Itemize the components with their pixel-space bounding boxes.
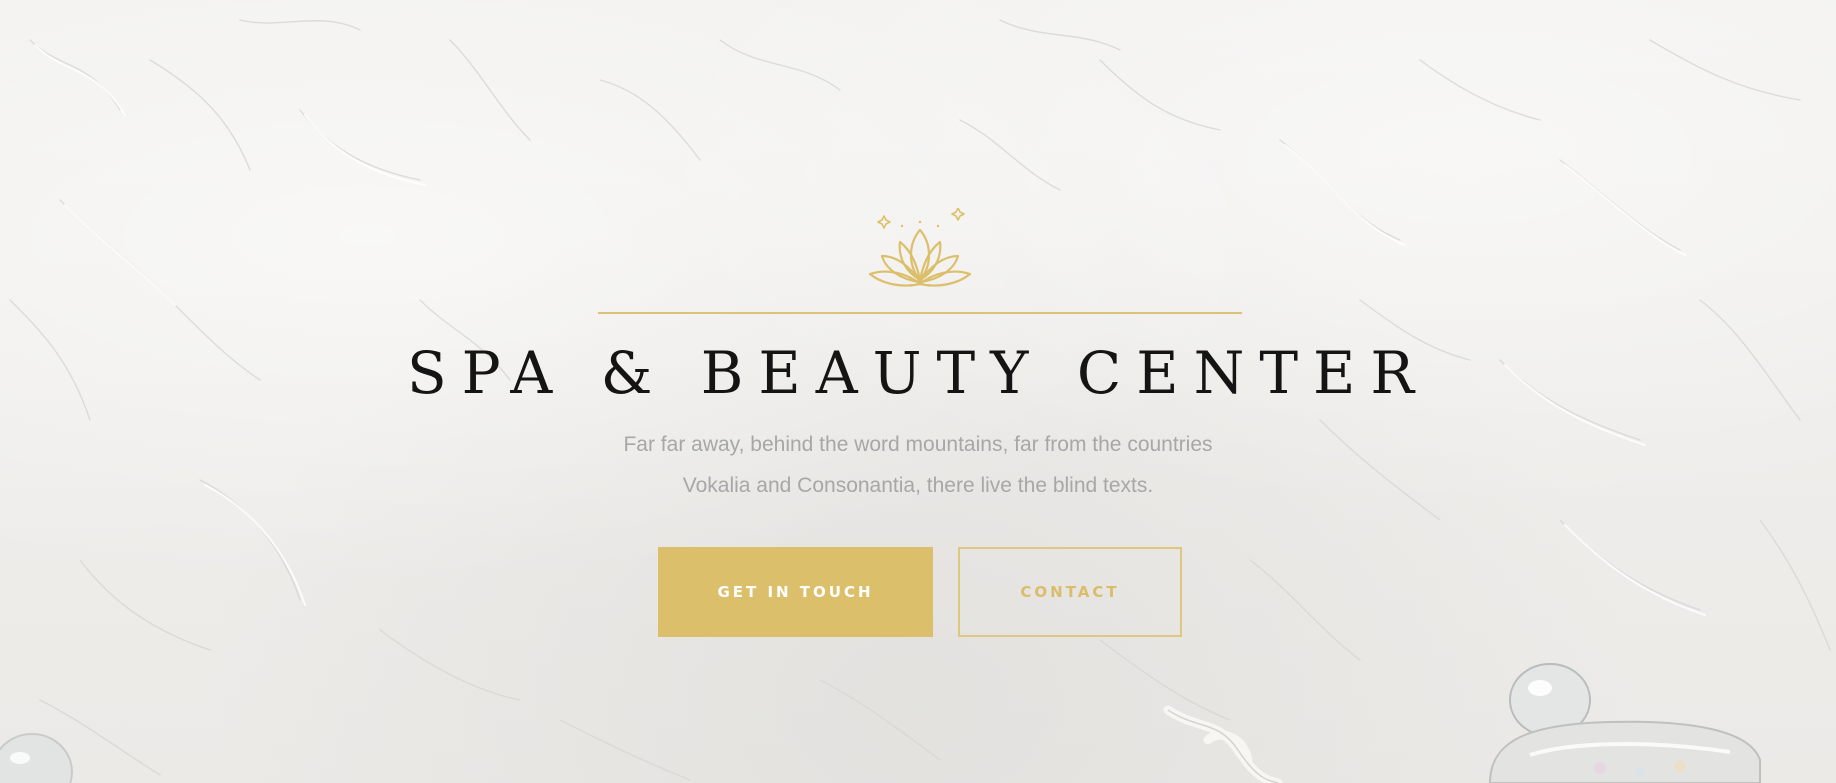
hero-subtitle-line2: Vokalia and Consonantia, there live the …: [682, 474, 1154, 497]
glass-bead-decoration: [0, 733, 73, 783]
lotus-icon: [868, 208, 972, 287]
rope-decoration: [1163, 705, 1283, 783]
get-in-touch-button[interactable]: GET IN TOUCH: [658, 547, 933, 637]
contact-button[interactable]: CONTACT: [958, 547, 1182, 637]
glass-jar-decoration: [1488, 663, 1761, 783]
hero-subtitle-line1: Far far away, behind the word mountains,…: [623, 433, 1213, 456]
hero-title: SPA & BEAUTY CENTER: [406, 339, 1430, 407]
title-divider: [598, 312, 1242, 314]
